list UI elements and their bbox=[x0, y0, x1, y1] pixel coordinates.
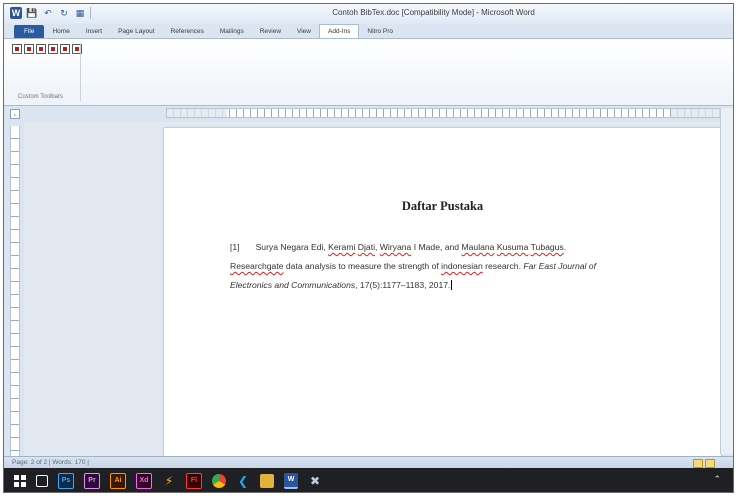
journal-name: Electronics and Communications bbox=[230, 280, 356, 290]
tab-home[interactable]: Home bbox=[44, 25, 77, 38]
word-window: W 💾 ↶ ↻ ▦ Contoh BibTex.doc [Compatibili… bbox=[3, 3, 734, 493]
vertical-ruler[interactable] bbox=[10, 126, 20, 456]
bibliography-entry[interactable]: [1] Surya Negara Edi, Kerami Djati, Wirya… bbox=[230, 238, 670, 295]
entry-number: [1] bbox=[230, 242, 240, 252]
vertical-scrollbar[interactable] bbox=[720, 108, 733, 454]
page-heading: Daftar Pustaka bbox=[401, 199, 484, 213]
flash-icon[interactable]: Fl bbox=[186, 473, 202, 489]
document-page[interactable]: Daftar Pustaka [1] Surya Negara Edi, Kera… bbox=[164, 128, 721, 458]
illustrator-icon[interactable]: Ai bbox=[110, 473, 126, 489]
toolbar-button-icon[interactable] bbox=[48, 44, 58, 54]
tab-page-layout[interactable]: Page Layout bbox=[110, 25, 163, 38]
view-buttons bbox=[693, 459, 715, 468]
toolbar-button-icon[interactable] bbox=[60, 44, 70, 54]
start-windows-icon[interactable] bbox=[14, 475, 26, 487]
entry-text: data analysis to measure the strength of bbox=[283, 261, 442, 271]
full-screen-view-icon[interactable] bbox=[705, 459, 715, 468]
ruler-toggle-button[interactable]: ⌞ bbox=[10, 109, 20, 119]
ribbon-group-label: Custom Toolbars bbox=[18, 94, 63, 100]
spell-word: Wiryana bbox=[379, 242, 412, 252]
word-taskbar-icon[interactable]: W bbox=[284, 473, 298, 489]
premiere-icon[interactable]: Pr bbox=[84, 473, 100, 489]
spell-word: indonesian bbox=[441, 261, 483, 271]
tab-review[interactable]: Review bbox=[252, 25, 289, 38]
bolt-app-icon[interactable]: ⚡ bbox=[162, 474, 176, 488]
spell-word: Tubagus bbox=[530, 242, 564, 252]
file-explorer-icon[interactable] bbox=[260, 474, 274, 488]
toolbar-button-icon[interactable] bbox=[36, 44, 46, 54]
toolbar-button-icon[interactable] bbox=[12, 44, 22, 54]
horizontal-ruler[interactable] bbox=[166, 108, 724, 118]
entry-author-1: Surya Negara Edi, bbox=[255, 242, 329, 252]
journal-name: Far East Journal of bbox=[523, 261, 596, 271]
ribbon-tabs: File Home Insert Page Layout References … bbox=[4, 24, 733, 38]
tab-mailings[interactable]: Mailings bbox=[212, 25, 252, 38]
entry-text: I Made, and bbox=[411, 242, 462, 252]
tab-nitro-pro[interactable]: Nitro Pro bbox=[359, 25, 401, 38]
chrome-icon[interactable] bbox=[212, 474, 226, 488]
vscode-icon[interactable]: ❮ bbox=[236, 474, 250, 488]
taskbar: Ps Pr Ai Xd ⚡ Fl ❮ W ✖ ⌃ bbox=[4, 468, 733, 492]
text-cursor bbox=[451, 280, 453, 290]
xd-icon[interactable]: Xd bbox=[136, 473, 152, 489]
app-x-icon[interactable]: ✖ bbox=[308, 474, 322, 488]
spell-word: Maulana bbox=[461, 242, 495, 252]
left-margin-marker[interactable] bbox=[167, 109, 227, 117]
task-view-icon[interactable] bbox=[36, 475, 48, 487]
ribbon: Custom Toolbars bbox=[4, 38, 733, 106]
spell-word: Kerami bbox=[328, 242, 356, 252]
print-layout-view-icon[interactable] bbox=[693, 459, 703, 468]
entry-tail: , 17(5):1177–1183, 2017. bbox=[355, 280, 451, 290]
tab-view[interactable]: View bbox=[289, 25, 319, 38]
document-canvas: Daftar Pustaka [1] Surya Negara Edi, Kera… bbox=[24, 122, 721, 458]
tab-add-ins[interactable]: Add-Ins bbox=[319, 24, 360, 38]
photoshop-icon[interactable]: Ps bbox=[58, 473, 74, 489]
spell-word: Researchgate bbox=[230, 261, 284, 271]
spell-word: Djati bbox=[357, 242, 375, 252]
tab-insert[interactable]: Insert bbox=[78, 25, 110, 38]
status-page-words[interactable]: Page: 2 of 2 | Words: 170 | bbox=[12, 459, 89, 466]
toolbar-button-icon[interactable] bbox=[24, 44, 34, 54]
tab-file[interactable]: File bbox=[14, 25, 45, 38]
title-bar: W 💾 ↶ ↻ ▦ Contoh BibTex.doc [Compatibili… bbox=[4, 4, 733, 24]
tab-references[interactable]: References bbox=[163, 25, 212, 38]
ribbon-group-separator bbox=[80, 43, 81, 101]
window-title: Contoh BibTex.doc [Compatibility Mode] -… bbox=[332, 8, 535, 17]
right-margin-marker[interactable] bbox=[671, 109, 723, 117]
spell-word: Kusuma bbox=[496, 242, 529, 252]
tray-chevron-icon[interactable]: ⌃ bbox=[713, 474, 721, 485]
custom-toolbar-icons bbox=[12, 44, 82, 54]
entry-text: research. bbox=[482, 261, 524, 271]
